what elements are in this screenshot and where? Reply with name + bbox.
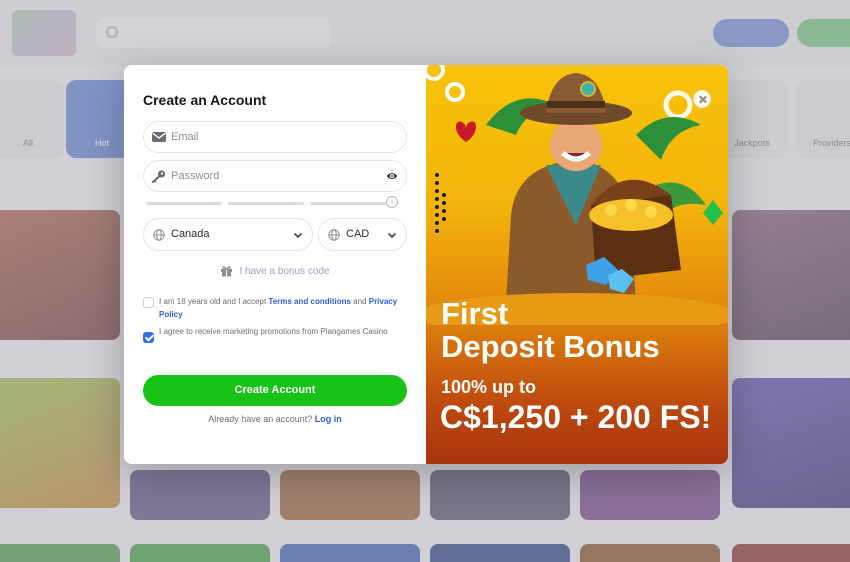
marketing-consent-checkbox[interactable] — [143, 332, 154, 343]
login-link[interactable]: Log in — [315, 414, 342, 424]
decor-ring — [663, 90, 693, 120]
hat-band — [547, 101, 605, 108]
age-consent-checkbox[interactable] — [143, 297, 154, 308]
password-strength-meter — [146, 202, 386, 206]
globe-icon — [153, 229, 165, 241]
promo-illustration — [426, 65, 728, 325]
gift-icon — [221, 266, 233, 277]
country-value: Canada — [171, 228, 210, 240]
chevron-down-icon — [387, 232, 397, 239]
strength-segment — [146, 202, 222, 205]
promo-banner: First Deposit Bonus 100% up to C$1,250 +… — [426, 65, 728, 464]
close-button[interactable] — [693, 90, 711, 108]
key-icon — [151, 170, 166, 183]
terms-link[interactable]: Terms and conditions — [268, 297, 351, 306]
bonus-code-label: I have a bonus code — [239, 266, 330, 277]
explorer-smile — [561, 151, 591, 162]
currency-value: CAD — [346, 228, 370, 240]
explorer-face — [550, 119, 602, 171]
heart-icon — [456, 121, 476, 142]
signup-modal: Create an Account Email i Canada CAD I h… — [124, 65, 728, 464]
password-input[interactable] — [171, 167, 371, 185]
login-prompt: Already have an account? Log in — [208, 414, 342, 424]
show-password-eye-icon[interactable] — [386, 170, 398, 182]
promo-subtitle: 100% up to — [441, 377, 537, 397]
bonus-code-toggle[interactable]: I have a bonus code — [143, 256, 407, 288]
dot-pattern — [435, 173, 446, 233]
envelope-icon — [152, 132, 166, 142]
email-field[interactable] — [143, 121, 407, 153]
password-info-icon[interactable]: i — [386, 196, 398, 208]
country-select[interactable]: Canada — [143, 218, 313, 251]
hat-badge — [580, 81, 596, 97]
email-input[interactable] — [171, 128, 371, 146]
strength-segment — [228, 202, 304, 205]
password-field[interactable] — [143, 160, 407, 192]
strength-segment — [310, 202, 386, 205]
promo-title: First Deposit Bonus — [441, 296, 660, 364]
emerald-gem — [703, 200, 723, 225]
currency-select[interactable]: CAD — [318, 218, 407, 251]
palm-leaf — [636, 117, 701, 160]
create-account-button[interactable]: Create Account — [143, 375, 407, 406]
signup-form: Create an Account Email i Canada CAD I h… — [124, 65, 426, 464]
promo-amount: C$1,250 + 200 FS! — [440, 399, 712, 435]
age-consent-text: I am 18 years old and I accept Terms and… — [159, 297, 398, 319]
decor-ring — [445, 82, 465, 102]
globe-icon — [328, 229, 340, 241]
chevron-down-icon — [293, 232, 303, 239]
form-title: Create an Account — [143, 92, 267, 108]
decor-ring — [426, 65, 445, 81]
marketing-consent-text: I agree to receive marketing promotions … — [159, 327, 388, 336]
